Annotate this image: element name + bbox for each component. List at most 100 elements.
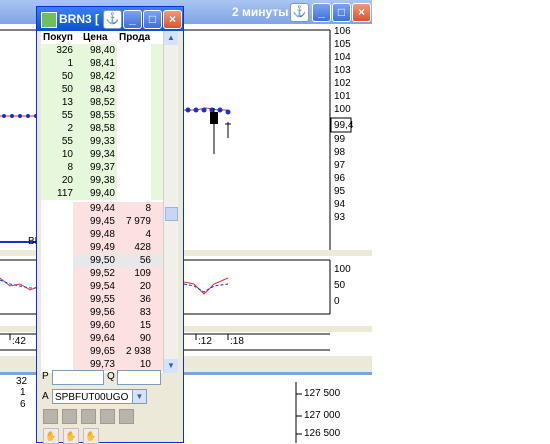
bid-row[interactable]: 1 98,41 xyxy=(41,57,166,70)
ask-row[interactable]: 99,45 7 979 xyxy=(41,215,166,228)
buy-order-icon[interactable]: ✋ xyxy=(43,428,59,444)
bid-price: 99,34 xyxy=(89,149,115,160)
ask-price: 99,50 xyxy=(89,255,115,266)
table-header: Покуп Цена Прода xyxy=(41,31,166,44)
action-button[interactable] xyxy=(100,409,115,424)
action-button[interactable] xyxy=(43,409,58,424)
bid-price: 98,55 xyxy=(89,110,115,121)
ask-row[interactable]: 99,65 2 938 xyxy=(41,345,166,358)
order-book-scrollbar[interactable]: ▲ ▼ xyxy=(163,31,178,373)
sell-order-icon[interactable]: ✋ xyxy=(63,428,79,444)
ask-price: 99,65 xyxy=(89,346,115,357)
oscillator-tick: 0 xyxy=(334,296,340,307)
price-tick: 94 xyxy=(334,199,346,210)
ask-row[interactable]: 99,52 109 xyxy=(41,267,166,280)
scroll-up-button[interactable]: ▲ xyxy=(164,31,178,45)
sell-cell xyxy=(117,148,151,161)
bid-row[interactable]: 20 99,38 xyxy=(41,174,166,187)
bid-qty: 20 xyxy=(61,175,73,186)
bid-row[interactable]: 117 99,40 xyxy=(41,187,166,200)
ask-row[interactable]: 99,56 83 xyxy=(41,306,166,319)
bid-price: 98,42 xyxy=(89,71,115,82)
buy-cell xyxy=(41,267,73,280)
bottom-value: 32 xyxy=(16,376,28,387)
sell-cell xyxy=(117,135,151,148)
bid-row[interactable]: 326 98,40 xyxy=(41,44,166,57)
app-icon xyxy=(41,12,57,28)
close-button[interactable]: × xyxy=(163,10,182,29)
action-button[interactable] xyxy=(81,409,96,424)
oscillator-tick: 50 xyxy=(334,280,346,291)
ask-price: 99,44 xyxy=(89,203,115,214)
cancel-order-icon[interactable]: ✋ xyxy=(83,428,99,444)
sell-cell xyxy=(117,57,151,70)
minimize-button[interactable]: _ xyxy=(123,10,142,29)
maximize-button[interactable]: □ xyxy=(332,3,351,22)
price-tick: 104 xyxy=(334,52,351,63)
ask-qty: 8 xyxy=(145,203,151,214)
bottom-value: 1 xyxy=(20,387,26,398)
time-tick: :18 xyxy=(230,336,244,347)
bid-row[interactable]: 55 99,33 xyxy=(41,135,166,148)
ask-qty: 83 xyxy=(139,307,151,318)
bid-row[interactable]: 10 99,34 xyxy=(41,148,166,161)
ask-qty: 428 xyxy=(134,242,151,253)
action-button[interactable] xyxy=(119,409,134,424)
ask-row[interactable]: 99,54 20 xyxy=(41,280,166,293)
price-input[interactable] xyxy=(52,370,104,385)
close-button[interactable]: × xyxy=(352,3,371,22)
time-tick: :12 xyxy=(198,336,212,347)
price-tick: 105 xyxy=(334,39,351,50)
order-book-window[interactable]: BRN3 [ ⚓ _ □ × Покуп Цена Прода 326 98,40… xyxy=(36,6,184,444)
buy-cell xyxy=(41,215,73,228)
chevron-down-icon[interactable]: ▼ xyxy=(132,389,147,404)
ask-row[interactable]: 99,64 90 xyxy=(41,332,166,345)
ask-row[interactable]: 99,44 8 xyxy=(41,202,166,215)
scroll-down-button[interactable]: ▼ xyxy=(164,359,178,373)
action-button[interactable] xyxy=(62,409,77,424)
bid-row[interactable]: 55 98,55 xyxy=(41,109,166,122)
bid-qty: 55 xyxy=(61,136,73,147)
ask-row[interactable]: 99,50 56 xyxy=(41,254,166,267)
buy-cell xyxy=(41,345,73,358)
buy-cell xyxy=(41,319,73,332)
order-book-title-bar[interactable]: BRN3 [ ⚓ _ □ × xyxy=(37,7,183,31)
bid-qty: 50 xyxy=(61,84,73,95)
anchor-icon[interactable]: ⚓ xyxy=(290,3,309,22)
order-book-title: BRN3 [ xyxy=(59,12,100,26)
buy-cell xyxy=(41,280,73,293)
order-book-table[interactable]: Покуп Цена Прода 326 98,40 1 98,41 50 98,42 50… xyxy=(41,31,177,373)
sell-cell xyxy=(117,122,151,135)
anchor-icon[interactable]: ⚓ xyxy=(103,10,122,29)
account-label: A xyxy=(42,391,49,402)
sell-cell xyxy=(117,187,151,200)
bid-row[interactable]: 8 99,37 xyxy=(41,161,166,174)
bid-price: 98,41 xyxy=(89,58,115,69)
ask-row[interactable]: 99,60 15 xyxy=(41,319,166,332)
minimize-button[interactable]: _ xyxy=(312,3,331,22)
ask-row[interactable]: 99,55 36 xyxy=(41,293,166,306)
bid-row[interactable]: 13 98,52 xyxy=(41,96,166,109)
bid-row[interactable]: 2 98,58 xyxy=(41,122,166,135)
qty-input[interactable] xyxy=(117,370,161,385)
sell-cell xyxy=(117,109,151,122)
bid-row[interactable]: 50 98,43 xyxy=(41,83,166,96)
sell-column-header: Прода xyxy=(119,32,151,43)
ask-row[interactable]: 99,49 428 xyxy=(41,241,166,254)
scroll-thumb[interactable] xyxy=(165,207,178,221)
sell-cell xyxy=(117,70,151,83)
sell-cell xyxy=(117,96,151,109)
account-select-value: SPBFUT00UGO xyxy=(55,392,129,403)
buy-cell xyxy=(41,306,73,319)
bid-price: 99,40 xyxy=(89,188,115,199)
sell-cell xyxy=(117,174,151,187)
sell-cell xyxy=(117,44,151,57)
bid-qty: 326 xyxy=(56,45,73,56)
ask-qty: 36 xyxy=(139,294,151,305)
bid-price: 99,38 xyxy=(89,175,115,186)
buy-cell xyxy=(41,228,73,241)
oscillator-tick: 100 xyxy=(334,264,351,275)
bid-row[interactable]: 50 98,42 xyxy=(41,70,166,83)
maximize-button[interactable]: □ xyxy=(143,10,162,29)
ask-row[interactable]: 99,48 4 xyxy=(41,228,166,241)
